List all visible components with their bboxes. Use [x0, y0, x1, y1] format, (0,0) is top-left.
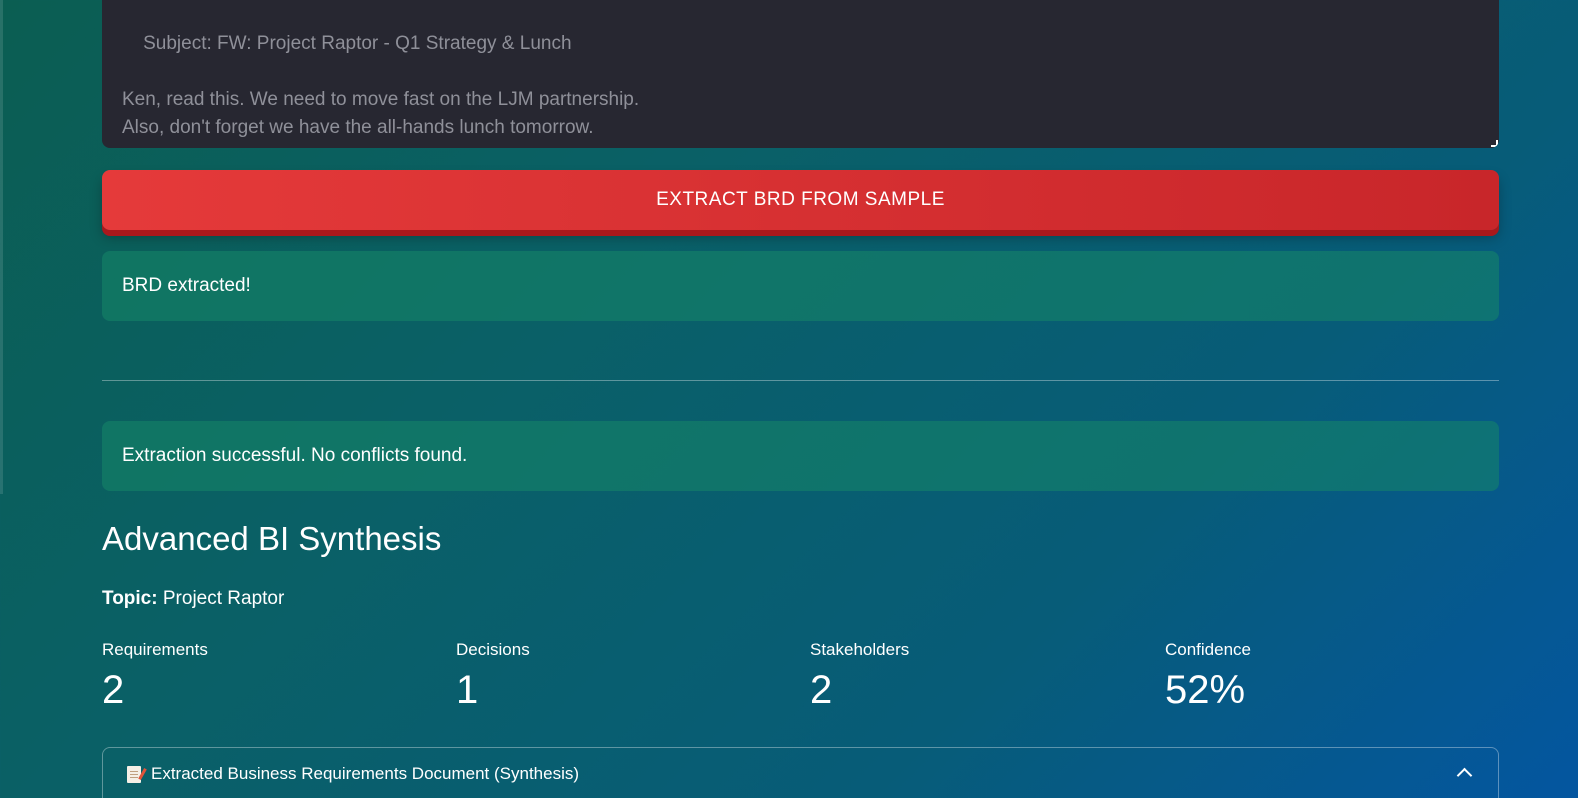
chevron-up-icon[interactable]: [1456, 767, 1473, 784]
topic-value: Project Raptor: [162, 588, 285, 609]
status-alert: Extraction successful. No conflicts foun…: [102, 421, 1499, 491]
resize-handle[interactable]: [1491, 140, 1498, 147]
metric-label: Decisions: [456, 640, 530, 659]
metric-label: Stakeholders: [810, 640, 910, 659]
success-alert: BRD extracted!: [102, 251, 1499, 321]
topic-line: Topic: Project Raptor: [102, 588, 284, 610]
expander-label: Extracted Business Requirements Document…: [151, 764, 580, 783]
metric-value: 2: [810, 668, 833, 712]
extract-brd-button[interactable]: EXTRACT BRD FROM SAMPLE: [102, 170, 1499, 230]
metric-confidence: Confidence 52%: [1165, 640, 1465, 713]
status-alert-text: Extraction successful. No conflicts foun…: [122, 445, 468, 466]
metric-label: Confidence: [1165, 640, 1252, 659]
metric-decisions: Decisions 1: [456, 640, 756, 713]
divider: [102, 380, 1499, 381]
success-alert-text: BRD extracted!: [122, 275, 251, 296]
metric-label: Requirements: [102, 640, 208, 659]
email-textarea[interactable]: Subject: FW: Project Raptor - Q1 Strateg…: [102, 0, 1499, 148]
email-text: Subject: FW: Project Raptor - Q1 Strateg…: [122, 33, 640, 138]
metric-value: 1: [456, 668, 479, 712]
topic-label: Topic:: [102, 588, 158, 609]
section-title: Advanced BI Synthesis: [102, 520, 442, 557]
metric-stakeholders: Stakeholders 2: [810, 640, 1110, 713]
metric-value: 2: [102, 668, 125, 712]
metric-requirements: Requirements 2: [102, 640, 402, 713]
sidebar-edge: [0, 0, 3, 494]
brd-expander[interactable]: Extracted Business Requirements Document…: [102, 747, 1499, 798]
document-pencil-icon: [127, 766, 141, 783]
metric-value: 52%: [1165, 668, 1246, 712]
